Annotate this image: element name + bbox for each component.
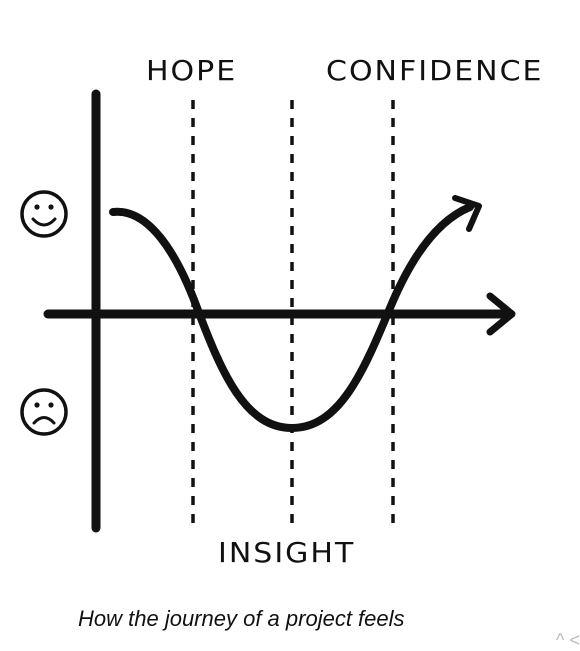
label-hope: HOPE: [146, 55, 238, 88]
label-insight: INSIGHT: [218, 537, 356, 570]
journey-diagram: [20, 89, 516, 533]
figure-caption: How the journey of a project feels: [78, 606, 405, 631]
smiley-face-icon: [20, 190, 68, 238]
sad-face-icon: [20, 388, 68, 436]
label-confidence: CONFIDENCE: [326, 55, 544, 88]
corner-mark: ^ <: [556, 630, 580, 650]
